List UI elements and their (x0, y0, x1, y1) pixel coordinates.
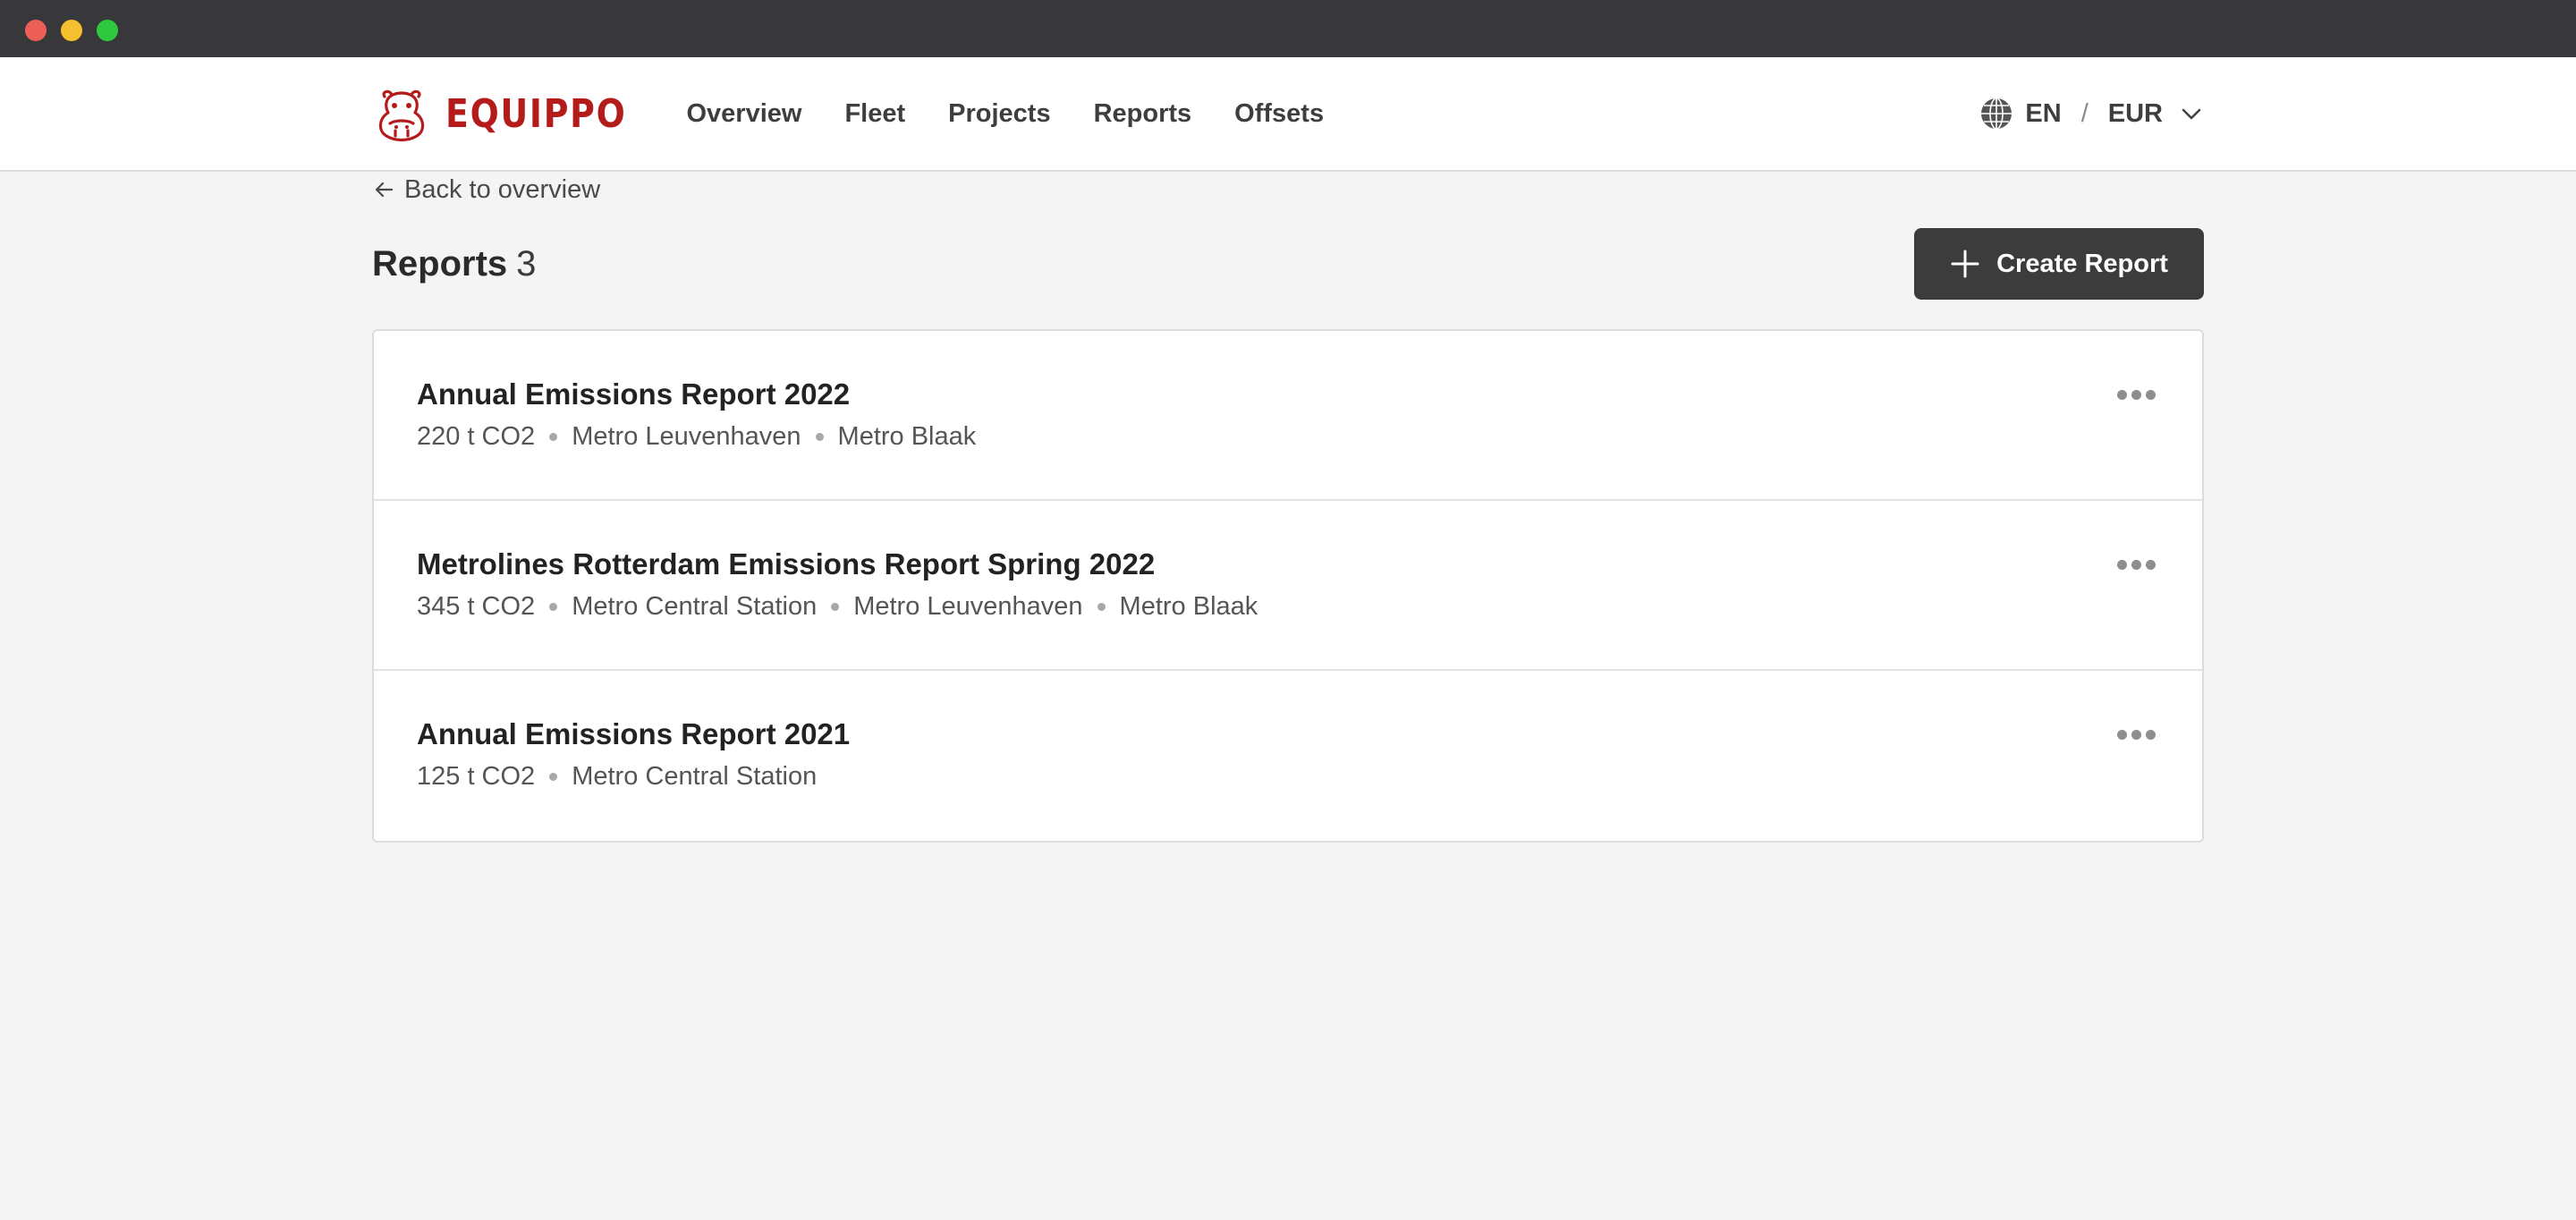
back-link-label: Back to overview (404, 174, 601, 204)
report-location: Metro Central Station (572, 592, 818, 621)
separator-dot (549, 773, 558, 781)
more-options-icon[interactable] (2114, 386, 2159, 403)
report-meta: 220 t CO2 Metro Leuvenhaven Metro Blaak (417, 422, 976, 452)
report-title: Metrolines Rotterdam Emissions Report Sp… (417, 547, 1156, 580)
separator-dot (831, 603, 840, 611)
window-minimize-button[interactable] (61, 20, 82, 41)
nav-projects[interactable]: Projects (948, 99, 1050, 129)
page-header: Reports 3 Create Report (372, 227, 2204, 301)
globe-icon (1981, 97, 2012, 130)
window-close-button[interactable] (25, 20, 47, 41)
main-nav: Overview Fleet Projects Reports Offsets (686, 99, 1324, 129)
nav-fleet[interactable]: Fleet (844, 99, 905, 129)
nav-reports[interactable]: Reports (1094, 99, 1192, 129)
report-title: Annual Emissions Report 2022 (417, 377, 851, 411)
nav-offsets[interactable]: Offsets (1234, 99, 1324, 129)
brand-name: EQUIPPO (445, 90, 627, 137)
report-row[interactable]: Annual Emissions Report 2022 220 t CO2 M… (374, 331, 2202, 501)
plus-icon (1951, 250, 1979, 278)
report-count: 3 (516, 243, 537, 284)
locale-selector[interactable]: EN / EUR (1979, 96, 2204, 131)
report-location: Metro Central Station (572, 762, 818, 791)
page-title-text: Reports (372, 243, 508, 284)
window-titlebar (0, 0, 2576, 57)
nav-overview[interactable]: Overview (686, 99, 801, 129)
separator-dot (549, 603, 558, 611)
window-maximize-button[interactable] (97, 20, 118, 41)
create-report-button[interactable]: Create Report (1914, 228, 2204, 300)
top-navbar: EQUIPPO Overview Fleet Projects Reports … (0, 57, 2576, 172)
main-content: Back to overview Reports 3 Create Report … (372, 172, 2204, 843)
report-list: Annual Emissions Report 2022 220 t CO2 M… (372, 329, 2204, 843)
more-options-icon[interactable] (2114, 556, 2159, 573)
report-title: Annual Emissions Report 2021 (417, 717, 851, 750)
report-emissions: 345 t CO2 (417, 592, 536, 621)
report-row[interactable]: Metrolines Rotterdam Emissions Report Sp… (374, 501, 2202, 671)
more-options-icon[interactable] (2114, 726, 2159, 743)
create-report-label: Create Report (1996, 249, 2168, 278)
locale-separator: / (2080, 98, 2089, 128)
page-title: Reports 3 (372, 244, 536, 284)
report-location: Metro Leuvenhaven (572, 422, 801, 451)
report-location: Metro Blaak (1119, 592, 1258, 621)
back-to-overview-link[interactable]: Back to overview (372, 172, 2204, 208)
report-emissions: 220 t CO2 (417, 422, 536, 451)
report-meta: 125 t CO2 Metro Central Station (417, 762, 817, 792)
report-location: Metro Blaak (837, 422, 977, 451)
report-meta: 345 t CO2 Metro Central Station Metro Le… (417, 592, 1258, 622)
hippo-logo-icon (378, 89, 425, 142)
separator-dot (1097, 603, 1106, 611)
separator-dot (815, 433, 824, 441)
currency-label: EUR (2107, 98, 2163, 128)
report-location: Metro Leuvenhaven (853, 592, 1083, 621)
report-emissions: 125 t CO2 (417, 762, 536, 791)
brand-logo[interactable]: EQUIPPO (372, 82, 656, 145)
arrow-left-icon (375, 182, 394, 198)
chevron-down-icon (2182, 108, 2201, 120)
separator-dot (549, 433, 558, 441)
report-row[interactable]: Annual Emissions Report 2021 125 t CO2 M… (374, 671, 2202, 841)
language-label: EN (2025, 98, 2062, 128)
